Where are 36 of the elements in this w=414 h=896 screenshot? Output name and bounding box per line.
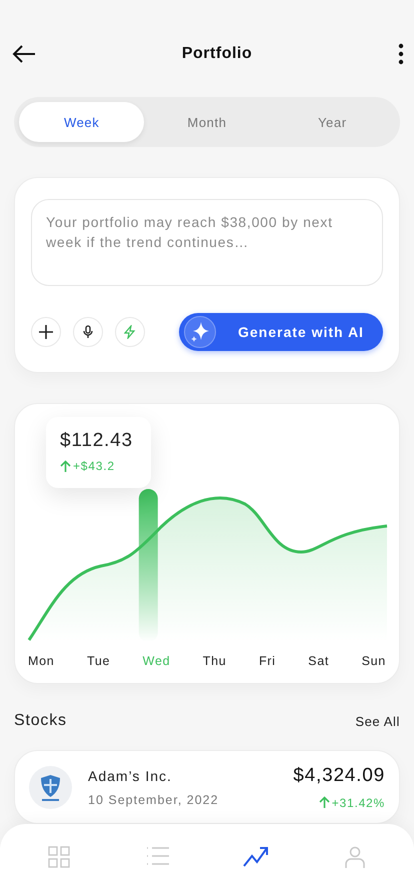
tooltip-value: $112.43 [60, 430, 134, 452]
see-all-link[interactable]: See All [355, 714, 400, 728]
day-label[interactable]: Sun [362, 654, 386, 668]
stock-price: $4,324.09 [293, 764, 385, 786]
stock-change: +31.42% [332, 796, 385, 810]
microphone-icon [83, 325, 93, 339]
period-tab[interactable]: Month [144, 102, 270, 142]
shield-logo-icon [29, 766, 72, 808]
up-arrow-icon [60, 460, 71, 472]
profile-icon [344, 846, 365, 868]
day-label[interactable]: Tue [86, 654, 110, 668]
plus-icon [39, 325, 53, 339]
microphone-button[interactable] [73, 317, 103, 347]
more-icon [398, 42, 404, 64]
stock-card[interactable]: Adam’s Inc. 10 September, 2022 $4,324.09 +31.42% [14, 750, 400, 824]
day-label[interactable]: Fri [258, 654, 276, 668]
up-arrow-icon [318, 796, 330, 809]
period-tab[interactable]: Year [270, 102, 395, 142]
stock-date: 10 September, 2022 [88, 792, 219, 806]
day-label[interactable]: Sat [308, 654, 330, 668]
period-tab[interactable]: Week [19, 102, 144, 142]
tooltip-change: +$43.2 [73, 459, 115, 473]
back-arrow-icon [12, 44, 36, 64]
page-title: Portfolio [182, 44, 252, 62]
trend-icon [243, 846, 270, 868]
lightning-icon [124, 325, 136, 339]
sparkle-icon [184, 316, 216, 348]
grid-icon [48, 846, 70, 868]
stock-name: Adam’s Inc. [88, 768, 172, 784]
list-icon [146, 846, 170, 866]
generate-button[interactable]: Generate with AI [179, 313, 383, 351]
prompt-field[interactable]: Your portfolio may reach $38,000 by next week if the trend continues… [31, 199, 383, 286]
add-button[interactable] [31, 317, 61, 347]
section-title: Stocks [14, 712, 67, 730]
day-label[interactable]: Thu [202, 654, 226, 668]
day-label[interactable]: Mon [28, 654, 54, 668]
